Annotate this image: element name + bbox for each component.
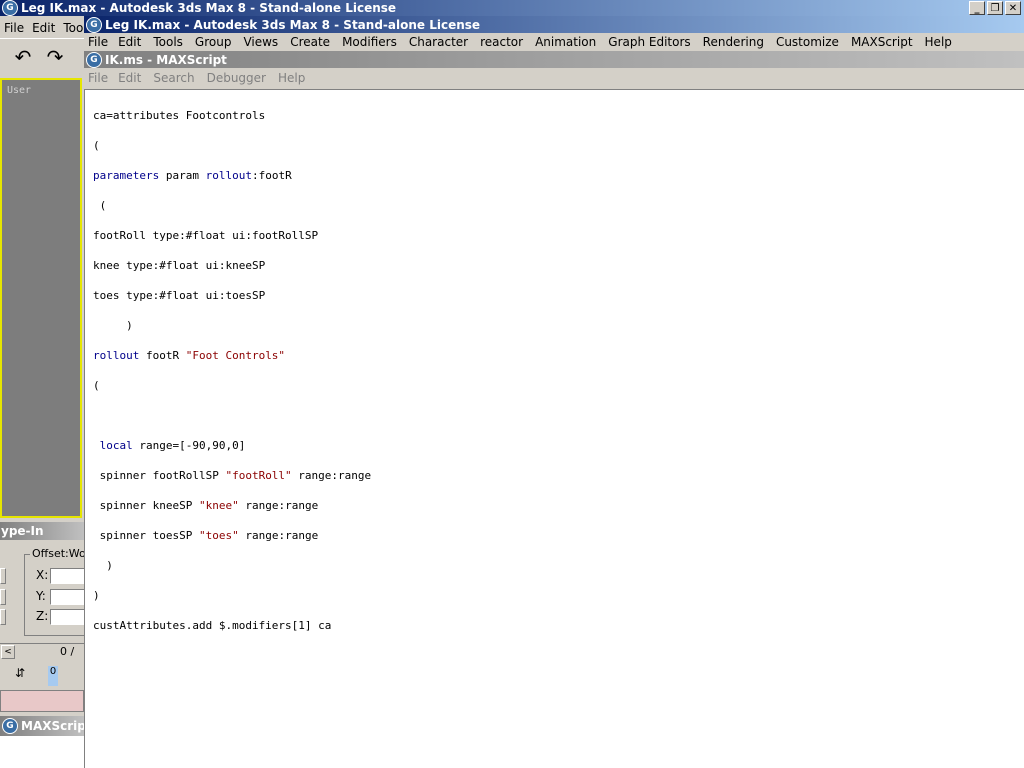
- code-line-15: spinner toesSP "toes" range:range: [93, 529, 319, 542]
- menu-rendering[interactable]: Rendering: [697, 35, 770, 49]
- editor-title-bar[interactable]: G IK.ms - MAXScript: [84, 51, 1024, 68]
- absolute-field-z[interactable]: [0, 609, 6, 625]
- menu-views[interactable]: Views: [237, 35, 284, 49]
- x-label: X:: [36, 568, 49, 582]
- restore-button[interactable]: ❐: [987, 1, 1003, 15]
- typein-title-bar[interactable]: ype-In: [0, 522, 84, 540]
- menu-graph-editors[interactable]: Graph Editors: [602, 35, 696, 49]
- max-window-menubar: File Edit Tools Group Views Create Modif…: [84, 33, 1024, 51]
- track-bar-frame[interactable]: 0: [48, 666, 58, 686]
- maxscript-mini-body: [0, 736, 84, 768]
- menu-help[interactable]: Help: [919, 35, 958, 49]
- typein-panel: Offset:Wor X: Y: Z:: [0, 540, 96, 640]
- z-offset-field[interactable]: [50, 609, 86, 625]
- minimize-button[interactable]: _: [969, 1, 985, 15]
- maxscript-mini-title: MAXScript: [21, 719, 92, 733]
- code-line-9: rollout footR "Foot Controls": [93, 349, 286, 362]
- code-line-13: spinner footRollSP "footRoll" range:rang…: [93, 469, 372, 482]
- code-line-7: toes type:#float ui:toesSP: [93, 289, 266, 302]
- code-line-17: ): [93, 589, 100, 602]
- offset-group-label: Offset:Wor: [30, 547, 93, 560]
- menu-reactor[interactable]: reactor: [474, 35, 529, 49]
- menu-modifiers[interactable]: Modifiers: [336, 35, 403, 49]
- code-line-3: parameters param rollout:footR: [93, 169, 292, 182]
- menu-character[interactable]: Character: [403, 35, 474, 49]
- editor-menu-edit[interactable]: Edit: [112, 71, 147, 85]
- editor-menubar: File Edit Search Debugger Help: [84, 68, 1024, 88]
- window-controls: _ ❐ ✕: [969, 1, 1021, 15]
- absolute-field-x[interactable]: [0, 568, 6, 584]
- menu-animation[interactable]: Animation: [529, 35, 602, 49]
- code-line-6: knee type:#float ui:kneeSP: [93, 259, 266, 272]
- maxscript-listener-mini[interactable]: [0, 690, 84, 712]
- main-menubar: File Edit Too: [0, 18, 84, 38]
- viewport-label: User: [7, 85, 32, 96]
- code-line-12: local range=[-90,90,0]: [93, 439, 246, 452]
- code-line-5: footRoll type:#float ui:footRollSP: [93, 229, 319, 242]
- menu-maxscript[interactable]: MAXScript: [845, 35, 919, 49]
- y-label: Y:: [36, 589, 46, 603]
- code-editor[interactable]: ca=attributes Footcontrols ( parameters …: [84, 89, 1024, 768]
- editor-menu-file[interactable]: File: [84, 71, 112, 85]
- main-menu-file[interactable]: File: [0, 21, 28, 35]
- code-line-10: (: [93, 379, 100, 392]
- code-line-14: spinner kneeSP "knee" range:range: [93, 499, 319, 512]
- code-line-16: ): [93, 559, 113, 572]
- editor-title: IK.ms - MAXScript: [105, 52, 227, 67]
- track-bar: ⇵ 0: [0, 660, 84, 688]
- main-toolbar: ↶ ↷: [0, 38, 84, 77]
- main-window-title: Leg IK.max - Autodesk 3ds Max 8 - Stand-…: [21, 1, 397, 15]
- x-offset-field[interactable]: [50, 568, 86, 584]
- time-slider[interactable]: < 0 / 1: [0, 643, 84, 671]
- close-button[interactable]: ✕: [1005, 1, 1021, 15]
- z-label: Z:: [36, 609, 49, 623]
- y-offset-field[interactable]: [50, 589, 86, 605]
- menu-customize[interactable]: Customize: [770, 35, 845, 49]
- maxscript-mini-icon: G: [2, 718, 18, 734]
- menu-tools[interactable]: Tools: [147, 35, 189, 49]
- menu-group[interactable]: Group: [189, 35, 238, 49]
- undo-icon[interactable]: ↶: [10, 45, 36, 69]
- code-line-1: ca=attributes Footcontrols: [93, 109, 266, 122]
- max-window-title-bar[interactable]: G Leg IK.max - Autodesk 3ds Max 8 - Stan…: [84, 16, 1024, 33]
- editor-window-icon: G: [86, 51, 102, 68]
- main-title-bar[interactable]: G Leg IK.max - Autodesk 3ds Max 8 - Stan…: [0, 0, 1024, 16]
- max-window-title: Leg IK.max - Autodesk 3ds Max 8 - Stand-…: [105, 17, 481, 32]
- main-menu-edit[interactable]: Edit: [28, 21, 59, 35]
- code-line-2: (: [93, 139, 100, 152]
- code-line-8: ): [93, 319, 133, 332]
- max-window-icon: G: [86, 16, 102, 33]
- redo-icon[interactable]: ↷: [42, 45, 68, 69]
- editor-menu-debugger[interactable]: Debugger: [201, 71, 272, 85]
- absolute-field-y[interactable]: [0, 589, 6, 605]
- code-line-18: custAttributes.add $.modifiers[1] ca: [93, 619, 332, 632]
- menu-file[interactable]: File: [84, 35, 112, 49]
- menu-create[interactable]: Create: [284, 35, 336, 49]
- 3dsmax-app-icon: G: [2, 0, 18, 16]
- track-frame-number: 0: [49, 666, 57, 677]
- maxscript-mini-title-bar[interactable]: G MAXScript: [0, 716, 92, 736]
- viewport-user[interactable]: User: [0, 78, 82, 518]
- editor-menu-help[interactable]: Help: [272, 71, 311, 85]
- time-slider-left-arrow[interactable]: <: [1, 645, 15, 659]
- code-line-4: (: [93, 199, 107, 212]
- menu-edit[interactable]: Edit: [112, 35, 147, 49]
- typein-title: ype-In: [1, 524, 44, 538]
- key-filter-icon[interactable]: ⇵: [10, 666, 30, 682]
- editor-menu-search[interactable]: Search: [147, 71, 200, 85]
